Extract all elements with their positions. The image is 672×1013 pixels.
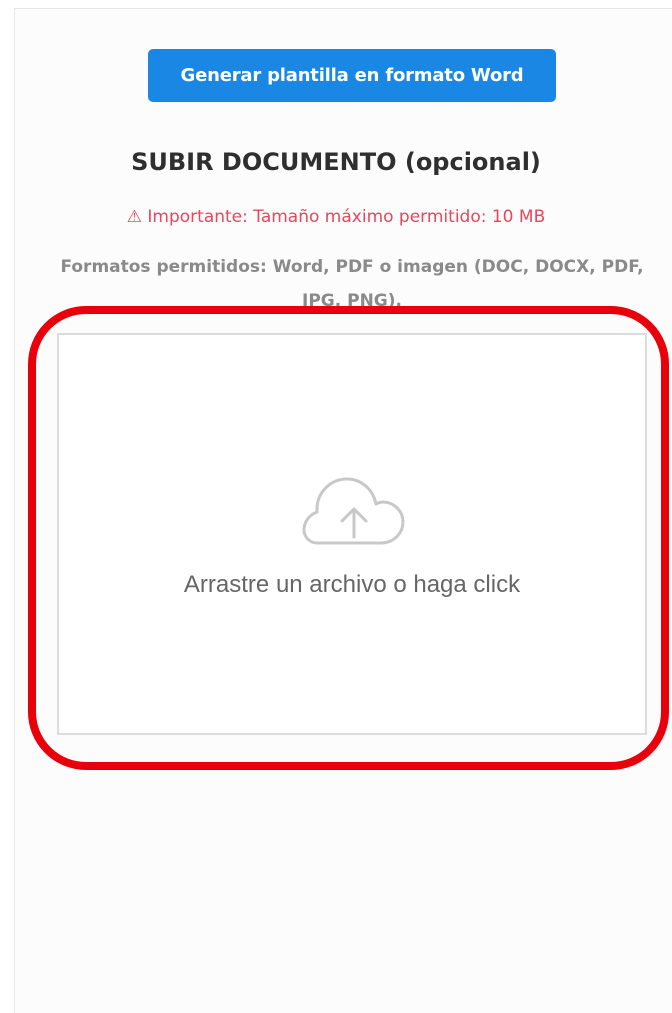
allowed-formats-text: Formatos permitidos: Word, PDF o imagen … (60, 257, 644, 311)
upload-section-title: SUBIR DOCUMENTO (opcional) (131, 148, 541, 176)
page: Generar plantilla en formato Word SUBIR … (0, 0, 672, 1013)
file-dropzone[interactable]: Arrastre un archivo o haga click (57, 333, 647, 735)
max-size-warning: ⚠ Importante: Tamaño máximo permitido: 1… (126, 207, 546, 227)
dropzone-label: Arrastre un archivo o haga click (183, 571, 521, 598)
cloud-upload-icon (302, 477, 405, 545)
generate-word-template-button[interactable]: Generar plantilla en formato Word (148, 49, 556, 102)
